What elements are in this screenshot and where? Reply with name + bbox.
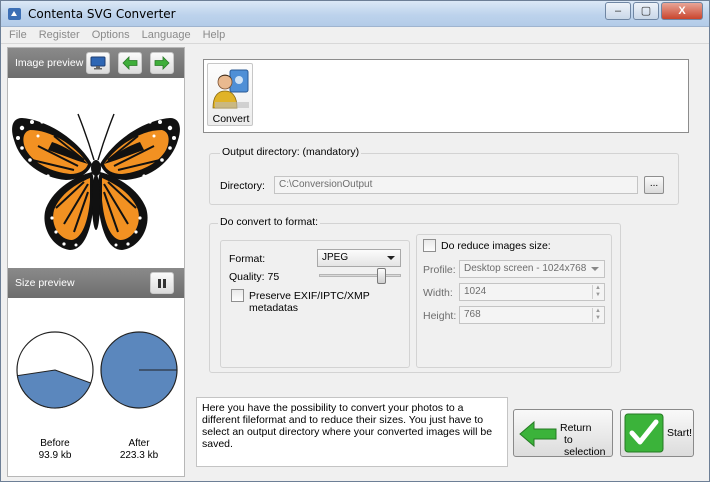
quality-slider-thumb[interactable]: [376, 268, 386, 284]
previous-image-button[interactable]: [118, 52, 142, 74]
menu-bar: File Register Options Language Help: [1, 27, 709, 44]
return-label-line2: to selection: [564, 434, 606, 458]
arrow-left-icon: [519, 420, 557, 448]
start-label: Start!: [667, 427, 693, 439]
before-label: Before: [40, 438, 70, 449]
height-field[interactable]: 768 ▲ ▼: [459, 306, 605, 324]
width-value: 1024: [464, 286, 487, 297]
after-size-pie: [100, 331, 178, 409]
convert-tool-label: Convert: [212, 113, 250, 125]
checkmark-icon: [624, 413, 664, 453]
after-label: After: [128, 438, 150, 449]
reduce-size-label: Do reduce images size:: [441, 240, 551, 252]
height-value: 768: [464, 309, 481, 320]
menu-options[interactable]: Options: [86, 27, 136, 41]
arrow-right-icon: [154, 56, 170, 70]
output-directory-group: Output directory: (mandatory) Directory:…: [209, 146, 679, 205]
menu-register[interactable]: Register: [33, 27, 86, 41]
format-subgroup: Format: JPEG Quality: 75 Preserve EXIF/I…: [220, 240, 410, 368]
return-label: Return to selection: [560, 422, 612, 458]
format-select[interactable]: JPEG: [317, 249, 401, 267]
pause-button[interactable]: [150, 272, 174, 294]
image-preview-header: Image preview: [8, 48, 184, 78]
size-pies: Before 93.9 kb After 223.3 kb: [8, 304, 184, 476]
after-size: 223.3 kb: [119, 450, 159, 461]
browse-directory-button[interactable]: ...: [644, 176, 664, 194]
menu-file[interactable]: File: [1, 27, 33, 41]
chevron-down-icon: [387, 256, 395, 260]
before-size: 93.9 kb: [38, 450, 72, 461]
convert-tool-button[interactable]: Convert: [207, 63, 253, 126]
toolbar-panel: Convert: [203, 59, 689, 133]
reduce-size-checkbox[interactable]: [423, 239, 436, 252]
pause-icon: [158, 279, 166, 288]
window-title: Contenta SVG Converter: [28, 7, 176, 21]
after-caption: After 223.3 kb: [109, 438, 169, 462]
app-window: Contenta SVG Converter – ▢ X File Registe…: [0, 0, 710, 482]
monitor-icon: [90, 56, 106, 70]
image-view-button[interactable]: [86, 52, 110, 74]
preserve-metadata-checkbox[interactable]: [231, 289, 244, 302]
output-directory-title: Output directory: (mandatory): [220, 146, 362, 158]
butterfly-preview-image: [11, 113, 181, 251]
reduce-size-subgroup: Do reduce images size: Profile: Desktop …: [416, 234, 612, 368]
preserve-metadata-label: Preserve EXIF/IPTC/XMP metadatas: [249, 290, 370, 314]
arrow-left-icon: [122, 56, 138, 70]
before-size-pie: [16, 331, 94, 409]
return-label-line1: Return: [560, 422, 592, 434]
profile-select-value: Desktop screen - 1024x768: [464, 263, 587, 274]
directory-label: Directory:: [220, 180, 265, 192]
window-controls: – ▢ X: [603, 2, 703, 20]
convert-person-icon: [212, 69, 249, 109]
profile-label: Profile:: [423, 264, 456, 276]
before-caption: Before 93.9 kb: [25, 438, 85, 462]
return-to-selection-button[interactable]: Return to selection: [513, 409, 613, 458]
chevron-down-icon: [591, 267, 599, 271]
size-preview-label: Size preview: [15, 277, 75, 289]
info-text-box: Here you have the possibility to convert…: [196, 397, 508, 467]
title-bar: Contenta SVG Converter – ▢ X: [1, 1, 709, 27]
size-preview-header: Size preview: [8, 268, 184, 298]
directory-field[interactable]: C:\ConversionOutput: [274, 176, 638, 194]
format-select-value: JPEG: [322, 252, 349, 263]
minimize-button[interactable]: –: [605, 2, 631, 20]
close-button[interactable]: X: [661, 2, 703, 20]
width-label: Width:: [423, 287, 453, 299]
preview-panel: Image preview Size preview Before 93.9 k…: [7, 47, 185, 477]
quality-label: Quality: 75: [229, 271, 280, 283]
width-field[interactable]: 1024 ▲ ▼: [459, 283, 605, 301]
menu-language[interactable]: Language: [136, 27, 197, 41]
menu-help[interactable]: Help: [197, 27, 232, 41]
image-preview-label: Image preview: [15, 57, 84, 69]
height-spinner[interactable]: ▲ ▼: [592, 308, 603, 322]
quality-slider-track[interactable]: [319, 274, 401, 277]
maximize-button[interactable]: ▢: [633, 2, 659, 20]
width-spinner[interactable]: ▲ ▼: [592, 285, 603, 299]
format-label: Format:: [229, 253, 266, 265]
start-button[interactable]: Start!: [620, 409, 694, 457]
height-label: Height:: [423, 310, 457, 322]
convert-format-group: Do convert to format: Format: JPEG Quali…: [209, 216, 621, 373]
app-logo-icon: [8, 8, 21, 20]
next-image-button[interactable]: [150, 52, 174, 74]
profile-select[interactable]: Desktop screen - 1024x768: [459, 260, 605, 278]
convert-format-title: Do convert to format:: [218, 216, 321, 228]
